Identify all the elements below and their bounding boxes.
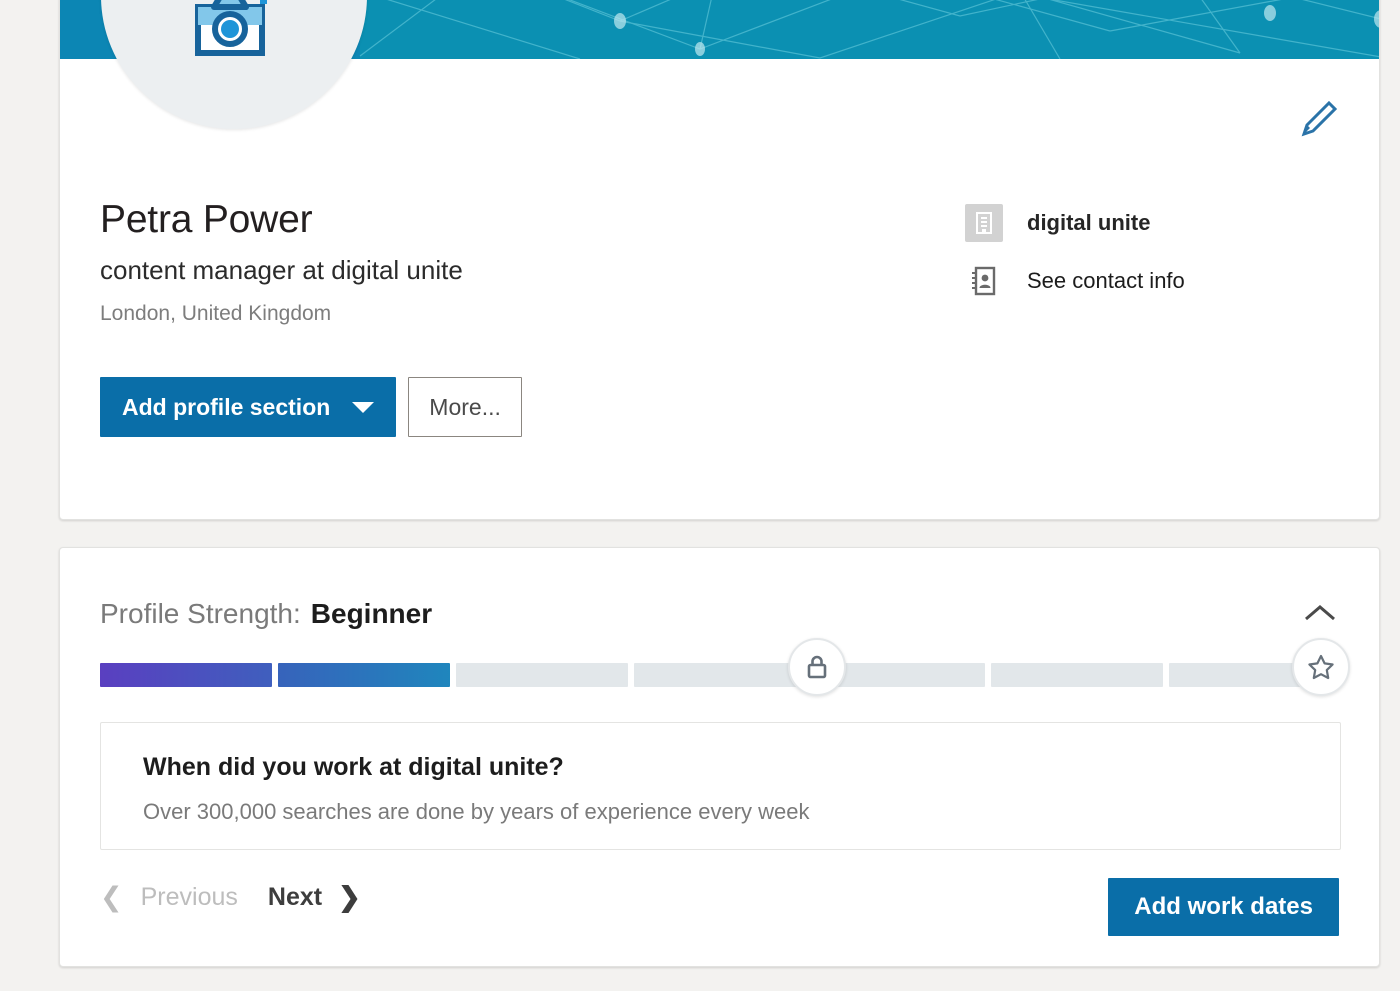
previous-label: Previous <box>140 883 238 911</box>
progress-segment-6 <box>990 663 1163 687</box>
strength-navigation: ❮ Previous Next ❯ <box>100 883 361 912</box>
star-icon <box>1308 654 1334 680</box>
profile-header-card: Petra Power content manager at digital u… <box>59 0 1380 520</box>
all-star-marker[interactable] <box>1292 638 1350 696</box>
add-work-dates-button[interactable]: Add work dates <box>1108 878 1339 936</box>
meta-item-contact-info[interactable]: See contact info <box>965 259 1185 303</box>
meta-company-label: digital unite <box>1027 210 1151 235</box>
edit-profile-button[interactable] <box>1299 99 1339 139</box>
lock-icon <box>807 655 827 679</box>
all-star-lock-marker[interactable] <box>788 638 846 696</box>
progress-segment-3 <box>456 663 629 687</box>
next-label: Next <box>267 883 323 911</box>
strength-heading: Profile Strength: Beginner <box>100 598 432 630</box>
page-title: Petra Power <box>100 198 313 241</box>
strength-progress-bar <box>100 663 1341 687</box>
progress-segment-2 <box>278 663 451 687</box>
question-title: When did you work at digital unite? <box>143 753 564 781</box>
chevron-up-icon <box>1305 605 1335 621</box>
strength-question-card: When did you work at digital unite? Over… <box>100 722 1341 850</box>
strength-level: Beginner <box>310 598 433 629</box>
camera-add-icon <box>195 0 267 56</box>
avatar[interactable] <box>101 0 367 129</box>
chevron-down-icon <box>352 401 375 413</box>
meta-item-company[interactable]: digital unite <box>965 201 1185 245</box>
profile-meta-list: digital unite See contact info <box>965 201 1185 317</box>
more-button[interactable]: More... <box>408 377 522 437</box>
company-building-icon <box>965 204 1003 242</box>
identity-block: Petra Power content manager at digital u… <box>100 197 463 328</box>
contact-card-icon <box>965 262 1003 300</box>
meta-contact-label: See contact info <box>1027 268 1185 293</box>
collapse-strength-button[interactable] <box>1297 596 1343 636</box>
profile-headline: content manager at digital unite <box>100 255 463 285</box>
chevron-right-icon: ❯ <box>338 882 361 912</box>
profile-location: London, United Kingdom <box>100 302 332 325</box>
previous-button[interactable]: ❮ Previous <box>100 883 238 912</box>
next-button[interactable]: Next ❯ <box>268 883 361 912</box>
strength-label: Profile Strength: <box>100 598 301 629</box>
add-profile-section-button[interactable]: Add profile section <box>100 377 397 437</box>
profile-actions: Add profile section More... <box>100 377 522 437</box>
progress-segment-1 <box>100 663 273 687</box>
pencil-edit-icon <box>1301 100 1338 137</box>
add-profile-section-label: Add profile section <box>122 393 331 420</box>
progress-segment-4 <box>634 663 807 687</box>
profile-page: Petra Power content manager at digital u… <box>0 0 1400 991</box>
chevron-left-icon: ❮ <box>100 882 123 912</box>
profile-strength-card: Profile Strength: Beginner When did you … <box>59 547 1380 967</box>
question-subtitle: Over 300,000 searches are done by years … <box>143 799 810 824</box>
